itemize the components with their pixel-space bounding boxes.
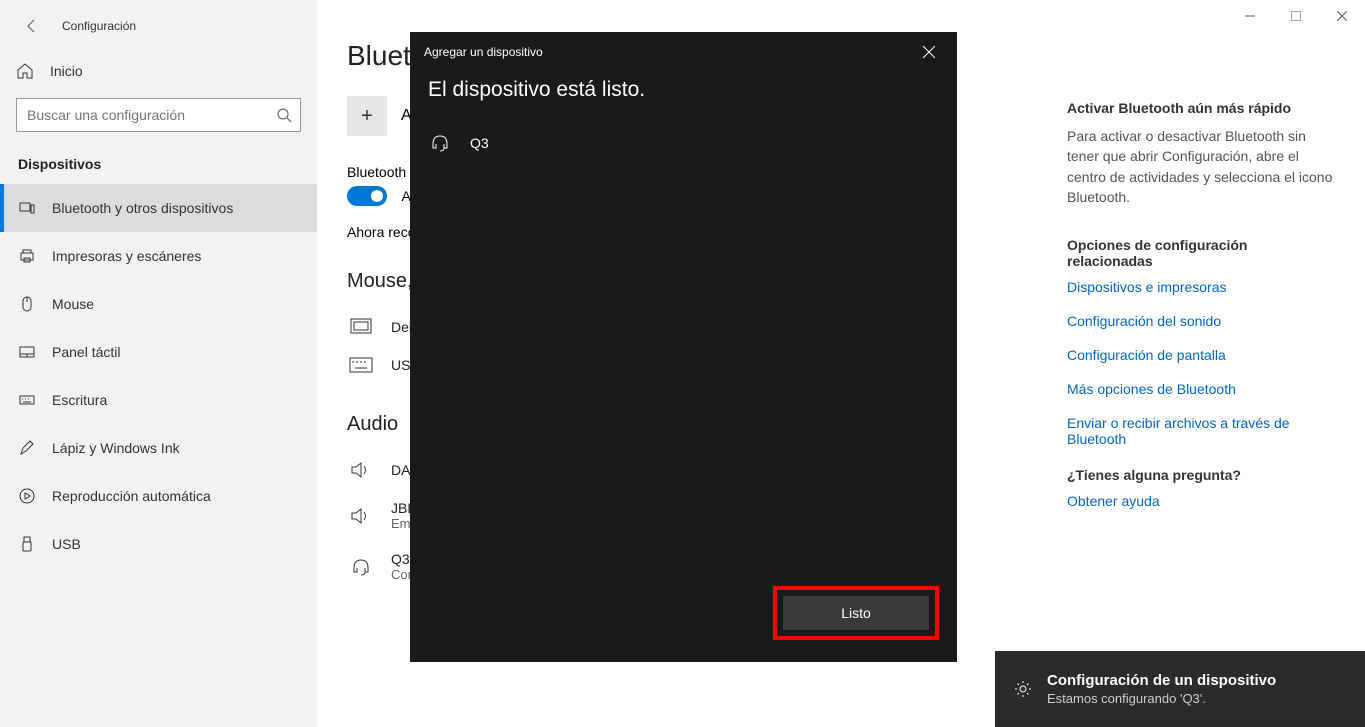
plus-icon: + xyxy=(347,96,387,136)
link-sound[interactable]: Configuración del sonido xyxy=(1067,313,1335,329)
sidebar-item-label: Lápiz y Windows Ink xyxy=(52,440,180,456)
dialog-titlebar: Agregar un dispositivo xyxy=(410,32,957,72)
dialog-title: Agregar un dispositivo xyxy=(424,45,543,59)
dialog-device-row: Q3 xyxy=(428,132,939,154)
dialog-close-button[interactable] xyxy=(915,42,943,62)
section-header: Dispositivos xyxy=(0,148,317,184)
dialog-heading: El dispositivo está listo. xyxy=(428,78,939,102)
link-send-files[interactable]: Enviar o recibir archivos a través de Bl… xyxy=(1067,415,1335,447)
sidebar-item-printers[interactable]: Impresoras y escáneres xyxy=(0,232,317,280)
dialog-footer: Listo xyxy=(410,586,957,662)
pen-icon xyxy=(18,439,36,457)
tip-text: Para activar o desactivar Bluetooth sin … xyxy=(1067,126,1335,207)
speaker-icon xyxy=(347,460,375,480)
back-button[interactable] xyxy=(14,8,50,44)
link-help[interactable]: Obtener ayuda xyxy=(1067,493,1335,509)
sidebar-item-typing[interactable]: Escritura xyxy=(0,376,317,424)
sidebar-item-bluetooth[interactable]: Bluetooth y otros dispositivos xyxy=(0,184,317,232)
search-input[interactable] xyxy=(16,98,301,132)
keyboard-icon xyxy=(18,391,36,409)
window-controls xyxy=(1227,0,1365,32)
search-icon xyxy=(276,107,292,123)
sidebar-item-label: Mouse xyxy=(52,296,94,312)
sidebar-item-label: Impresoras y escáneres xyxy=(52,248,201,264)
sidebar: Configuración Inicio Dispositivos Blueto… xyxy=(0,0,317,727)
sidebar-item-mouse[interactable]: Mouse xyxy=(0,280,317,328)
autoplay-icon xyxy=(18,487,36,505)
toast-subtitle: Estamos configurando 'Q3'. xyxy=(1047,691,1276,706)
touchpad-icon xyxy=(347,317,375,337)
toast-title: Configuración de un dispositivo xyxy=(1047,672,1276,689)
sidebar-item-autoplay[interactable]: Reproducción automática xyxy=(0,472,317,520)
maximize-button[interactable] xyxy=(1273,0,1319,32)
sidebar-item-label: Panel táctil xyxy=(52,344,120,360)
home-label: Inicio xyxy=(50,63,83,79)
gear-icon xyxy=(1013,679,1033,699)
minimize-button[interactable] xyxy=(1227,0,1273,32)
done-button-highlight: Listo xyxy=(773,586,939,640)
sidebar-item-touchpad[interactable]: Panel táctil xyxy=(0,328,317,376)
dialog-body: El dispositivo está listo. Q3 xyxy=(410,72,957,586)
question-heading: ¿Tienes alguna pregunta? xyxy=(1067,467,1335,483)
devices-icon xyxy=(18,199,36,217)
right-panel: Activar Bluetooth aún más rápido Para ac… xyxy=(1055,0,1365,727)
close-button[interactable] xyxy=(1319,0,1365,32)
touchpad-icon xyxy=(18,343,36,361)
headset-icon xyxy=(347,556,375,578)
tip-heading: Activar Bluetooth aún más rápido xyxy=(1067,100,1335,116)
toast-notification[interactable]: Configuración de un dispositivo Estamos … xyxy=(995,651,1365,727)
link-devices-printers[interactable]: Dispositivos e impresoras xyxy=(1067,279,1335,295)
sidebar-item-label: Reproducción automática xyxy=(52,488,211,504)
home-icon xyxy=(16,62,34,80)
sidebar-item-label: Bluetooth y otros dispositivos xyxy=(52,200,233,216)
dialog-device-name: Q3 xyxy=(470,135,489,151)
mouse-icon xyxy=(18,295,36,313)
done-button[interactable]: Listo xyxy=(783,596,929,630)
titlebar: Configuración xyxy=(0,0,317,52)
sidebar-item-usb[interactable]: USB xyxy=(0,520,317,568)
add-device-dialog: Agregar un dispositivo El dispositivo es… xyxy=(410,32,957,662)
app-title: Configuración xyxy=(62,19,136,33)
sidebar-item-label: Escritura xyxy=(52,392,107,408)
link-bt-options[interactable]: Más opciones de Bluetooth xyxy=(1067,381,1335,397)
bluetooth-toggle[interactable] xyxy=(347,186,387,206)
home-button[interactable]: Inicio xyxy=(0,52,317,90)
headset-icon xyxy=(428,132,452,154)
keyboard-icon xyxy=(347,357,375,373)
related-heading: Opciones de configuración relacionadas xyxy=(1067,237,1335,269)
printer-icon xyxy=(18,247,36,265)
sidebar-item-label: USB xyxy=(52,536,81,552)
speaker-icon xyxy=(347,506,375,526)
device-name: DA xyxy=(391,462,410,478)
link-display[interactable]: Configuración de pantalla xyxy=(1067,347,1335,363)
sidebar-item-pen[interactable]: Lápiz y Windows Ink xyxy=(0,424,317,472)
usb-icon xyxy=(18,535,36,553)
search-field[interactable] xyxy=(27,107,276,123)
